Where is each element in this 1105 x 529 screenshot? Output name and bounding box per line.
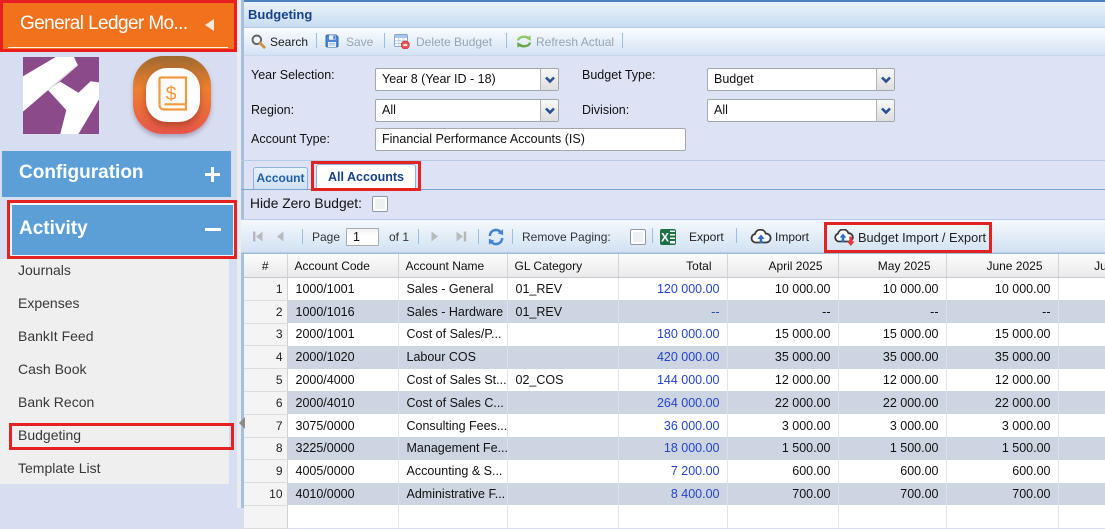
svg-text:$: $ xyxy=(166,83,177,105)
svg-text:X: X xyxy=(661,231,669,245)
